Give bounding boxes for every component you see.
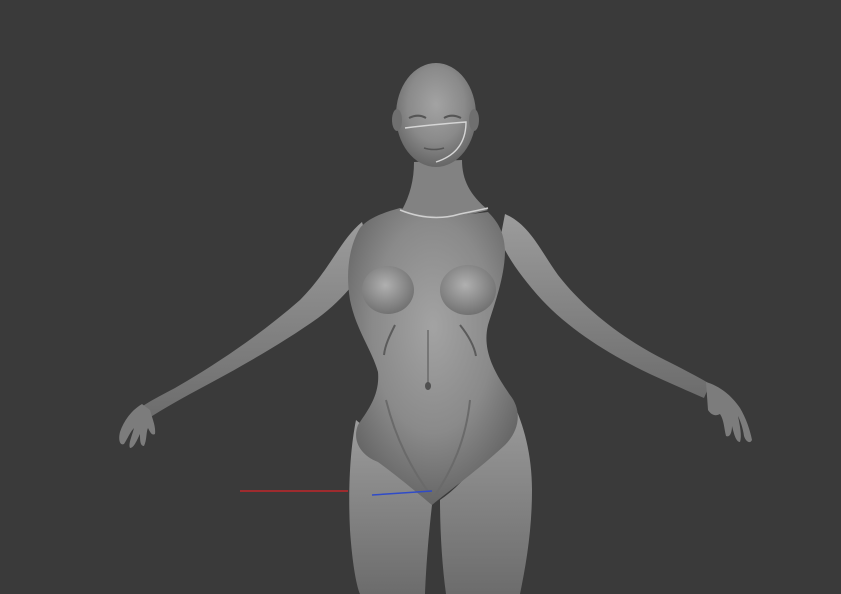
right-arm[interactable] bbox=[500, 214, 710, 398]
left-breast bbox=[362, 266, 414, 314]
neck[interactable] bbox=[402, 160, 488, 216]
head[interactable] bbox=[396, 63, 476, 167]
viewport-canvas[interactable] bbox=[0, 0, 841, 594]
right-breast bbox=[440, 265, 496, 315]
right-ear bbox=[469, 109, 479, 131]
right-hand[interactable] bbox=[706, 382, 752, 443]
sculpt-model[interactable] bbox=[119, 63, 752, 594]
left-ear bbox=[392, 109, 402, 131]
3d-viewport[interactable] bbox=[0, 0, 841, 594]
left-hand[interactable] bbox=[119, 404, 156, 448]
left-arm[interactable] bbox=[140, 222, 372, 420]
navel bbox=[425, 382, 431, 390]
